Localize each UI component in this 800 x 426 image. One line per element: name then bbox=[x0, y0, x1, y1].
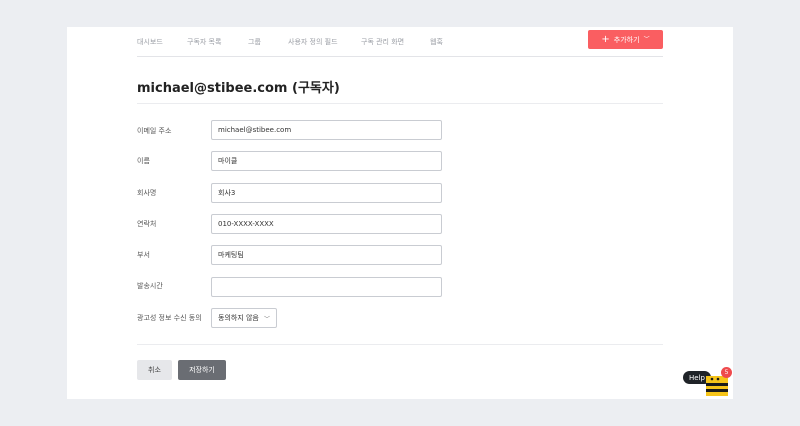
nav-item-webhook[interactable]: 웹훅 bbox=[430, 37, 443, 47]
name-field[interactable] bbox=[211, 151, 442, 171]
company-label: 회사명 bbox=[137, 189, 157, 197]
title-divider bbox=[137, 103, 663, 104]
nav-item-subscriber-list[interactable]: 구독자 목록 bbox=[187, 37, 221, 47]
chevron-down-icon: ﹀ bbox=[643, 35, 650, 43]
nav-item-groups[interactable]: 그룹 bbox=[248, 37, 261, 47]
name-label: 이름 bbox=[137, 157, 150, 165]
phone-field[interactable] bbox=[211, 214, 442, 234]
consent-select[interactable]: 동의하지 않음 ﹀ bbox=[211, 308, 277, 328]
nav-item-custom-fields[interactable]: 사용자 정의 필드 bbox=[288, 37, 338, 47]
add-button-label: 추가하기 bbox=[613, 35, 640, 44]
email-label: 이메일 주소 bbox=[137, 127, 172, 135]
page-title: michael@stibee.com (구독자) bbox=[137, 81, 340, 96]
nav-item-subscription-page[interactable]: 구독 관리 화면 bbox=[361, 37, 404, 47]
send-time-label: 발송시간 bbox=[137, 282, 163, 290]
chevron-down-icon: ﹀ bbox=[263, 315, 270, 323]
department-field[interactable] bbox=[211, 245, 442, 265]
company-field[interactable] bbox=[211, 183, 442, 203]
consent-label: 광고성 정보 수신 동의 bbox=[137, 314, 202, 322]
notification-badge: 5 bbox=[721, 367, 732, 378]
email-field[interactable] bbox=[211, 120, 442, 140]
plus-icon: + bbox=[601, 33, 610, 45]
help-widget[interactable]: Help 5 bbox=[683, 366, 733, 398]
main-card: 대시보드 구독자 목록 그룹 사용자 정의 필드 구독 관리 화면 웹훅 + 추… bbox=[67, 27, 733, 399]
form-divider bbox=[137, 344, 663, 345]
phone-label: 연락처 bbox=[137, 220, 157, 228]
nav-item-dashboard[interactable]: 대시보드 bbox=[137, 37, 163, 47]
add-button[interactable]: + 추가하기 ﹀ bbox=[588, 30, 663, 49]
cancel-button[interactable]: 취소 bbox=[137, 360, 172, 380]
consent-selected-value: 동의하지 않음 bbox=[218, 314, 259, 322]
send-time-field[interactable] bbox=[211, 277, 442, 297]
save-button[interactable]: 저장하기 bbox=[178, 360, 226, 380]
department-label: 부서 bbox=[137, 251, 150, 259]
top-nav: 대시보드 구독자 목록 그룹 사용자 정의 필드 구독 관리 화면 웹훅 bbox=[137, 27, 663, 57]
